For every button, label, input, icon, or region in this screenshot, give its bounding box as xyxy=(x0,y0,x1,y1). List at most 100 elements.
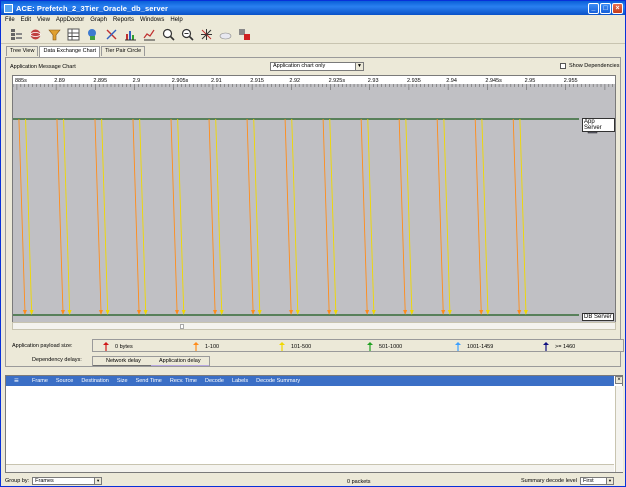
column-source[interactable]: Source xyxy=(56,378,73,384)
bar-chart-icon[interactable] xyxy=(123,28,137,42)
menu-graph[interactable]: Graph xyxy=(90,17,107,23)
cloud-icon[interactable] xyxy=(218,28,232,42)
payload-legend: Application payload size: 0 bytes 1-100 … xyxy=(12,339,624,353)
menu-appdoctor[interactable]: AppDoctor xyxy=(56,17,84,23)
menu-help[interactable]: Help xyxy=(170,17,182,23)
filter-icon[interactable] xyxy=(47,28,61,42)
legend-item: 1001-1459 xyxy=(455,342,493,351)
chevron-down-icon[interactable]: ▼ xyxy=(605,478,613,484)
column-destination[interactable]: Destination xyxy=(81,378,109,384)
arrow-up-icon xyxy=(455,342,461,351)
chevron-down-icon[interactable]: ▼ xyxy=(355,63,363,70)
column-labels[interactable]: Labels xyxy=(232,378,248,384)
message-arrow-101-500-head xyxy=(371,310,376,315)
message-arrow-1-100-head xyxy=(213,310,218,315)
message-arrow-101-500-head xyxy=(105,310,110,315)
message-arrow-1-100-head xyxy=(136,310,141,315)
time-tick-label: 2.9 xyxy=(133,78,141,84)
column-decode-summary[interactable]: Decode Summary xyxy=(256,378,300,384)
message-chart[interactable]: 885s 2.89 2.895 2.9 2.905s 2.91 2.915 2.92 2.925… xyxy=(12,75,616,330)
dependency-delays-title: Dependency delays: xyxy=(32,357,82,363)
column-send-time[interactable]: Send Time xyxy=(136,378,162,384)
menu-edit[interactable]: Edit xyxy=(21,17,31,23)
tab-data-exchange-chart[interactable]: Data Exchange Chart xyxy=(39,46,101,57)
network-delay-label: Network delay xyxy=(106,358,141,364)
time-tick-label: 2.945s xyxy=(485,78,502,84)
doctor-icon[interactable] xyxy=(85,28,99,42)
network-icon[interactable] xyxy=(199,28,213,42)
chart-horizontal-scrollbar[interactable] xyxy=(12,322,616,330)
chart-label: Application Message Chart xyxy=(10,64,76,70)
app-server-label[interactable]: App Server xyxy=(582,118,615,132)
message-arrow-1-100-head xyxy=(479,310,484,315)
column-recv-time[interactable]: Recv. Time xyxy=(170,378,197,384)
column-frame[interactable]: Frame xyxy=(32,378,48,384)
message-arrow-101-500 xyxy=(177,118,185,312)
table-icon[interactable] xyxy=(66,28,80,42)
packet-count: 0 packets xyxy=(347,479,371,485)
time-tick-label: 2.955 xyxy=(564,78,578,84)
message-arrow-101-500-head xyxy=(219,310,224,315)
chart-view-select-value: Application chart only xyxy=(273,63,326,69)
message-arrow-1-100 xyxy=(18,118,26,312)
message-arrow-101-500 xyxy=(139,118,147,312)
summary-decode-value: First xyxy=(582,478,594,484)
tab-tier-pair-circle[interactable]: Tier Pair Circle xyxy=(101,46,146,56)
menu-view[interactable]: View xyxy=(37,17,50,23)
list-menu-icon[interactable]: ≡ xyxy=(14,377,28,385)
graph-icon[interactable] xyxy=(104,28,118,42)
column-size[interactable]: Size xyxy=(117,378,128,384)
maximize-button[interactable]: □ xyxy=(600,2,611,14)
chart-view-select[interactable]: Application chart only ▼ xyxy=(270,62,364,71)
chart-horizontal-scroll-thumb[interactable] xyxy=(180,324,184,329)
stop-icon[interactable] xyxy=(237,28,251,42)
tab-tree-view[interactable]: Tree View xyxy=(6,46,39,56)
arrow-up-icon xyxy=(543,342,549,351)
summary-decode-select[interactable]: First ▼ xyxy=(579,477,614,485)
close-icon[interactable]: × xyxy=(615,376,623,384)
menu-file[interactable]: File xyxy=(5,17,15,23)
legend-item: 0 bytes xyxy=(103,342,133,351)
message-arrow-101-500 xyxy=(367,118,375,312)
time-tick-label: 2.95 xyxy=(525,78,536,84)
dependency-delays-box: Network delay Application delay xyxy=(92,356,210,366)
summary-decode-label: Summary decode level xyxy=(521,478,577,484)
column-decode[interactable]: Decode xyxy=(205,378,224,384)
message-arrow-1-100 xyxy=(360,118,368,312)
main-window: ACE: Prefetch_2_3Tier_Oracle_db_server _… xyxy=(0,0,626,487)
group-by-select[interactable]: Frames ▼ xyxy=(32,477,103,485)
decode-horizontal-scrollbar[interactable] xyxy=(6,464,614,472)
chevron-down-icon[interactable]: ▼ xyxy=(94,478,102,484)
menu-windows[interactable]: Windows xyxy=(140,17,164,23)
line-chart-icon[interactable] xyxy=(142,28,156,42)
message-arrow-101-500-head xyxy=(181,310,186,315)
title-bar[interactable]: ACE: Prefetch_2_3Tier_Oracle_db_server _… xyxy=(1,1,625,15)
globe-icon[interactable] xyxy=(28,28,42,42)
message-arrow-1-100-head xyxy=(98,310,103,315)
message-chart-svg: 885s 2.89 2.895 2.9 2.905s 2.91 2.915 2.92 2.925… xyxy=(13,76,615,316)
tree-icon[interactable] xyxy=(9,28,23,42)
zoom-out-icon[interactable] xyxy=(180,28,194,42)
time-tick-label: 2.94 xyxy=(446,78,457,84)
summary-decode: Summary decode level First ▼ xyxy=(521,477,614,485)
arrow-up-icon xyxy=(279,342,285,351)
show-dependencies-checkbox[interactable]: Show Dependencies xyxy=(560,63,619,69)
message-arrow-1-100-head xyxy=(175,310,180,315)
message-arrow-101-500-head xyxy=(409,310,414,315)
zoom-in-icon[interactable] xyxy=(161,28,175,42)
checkbox-box[interactable] xyxy=(560,63,566,69)
message-arrow-101-500-head xyxy=(257,310,262,315)
message-arrow-1-100-head xyxy=(517,310,522,315)
decode-vertical-scrollbar[interactable] xyxy=(615,386,623,472)
minimize-button[interactable]: _ xyxy=(588,2,599,14)
status-bar: Group by: Frames ▼ 0 packets Summary dec… xyxy=(1,476,625,487)
time-tick-label: 2.905s xyxy=(172,78,189,84)
message-arrow-1-100 xyxy=(246,118,254,312)
dependency-delays: Dependency delays: Network delay Applica… xyxy=(12,356,616,366)
db-server-label[interactable]: DB Server xyxy=(582,313,614,321)
legend-item: 501-1000 xyxy=(367,342,402,351)
message-arrow-1-100 xyxy=(284,118,292,312)
message-arrow-101-500-head xyxy=(295,310,300,315)
close-button[interactable]: × xyxy=(612,2,623,14)
menu-reports[interactable]: Reports xyxy=(113,17,134,23)
